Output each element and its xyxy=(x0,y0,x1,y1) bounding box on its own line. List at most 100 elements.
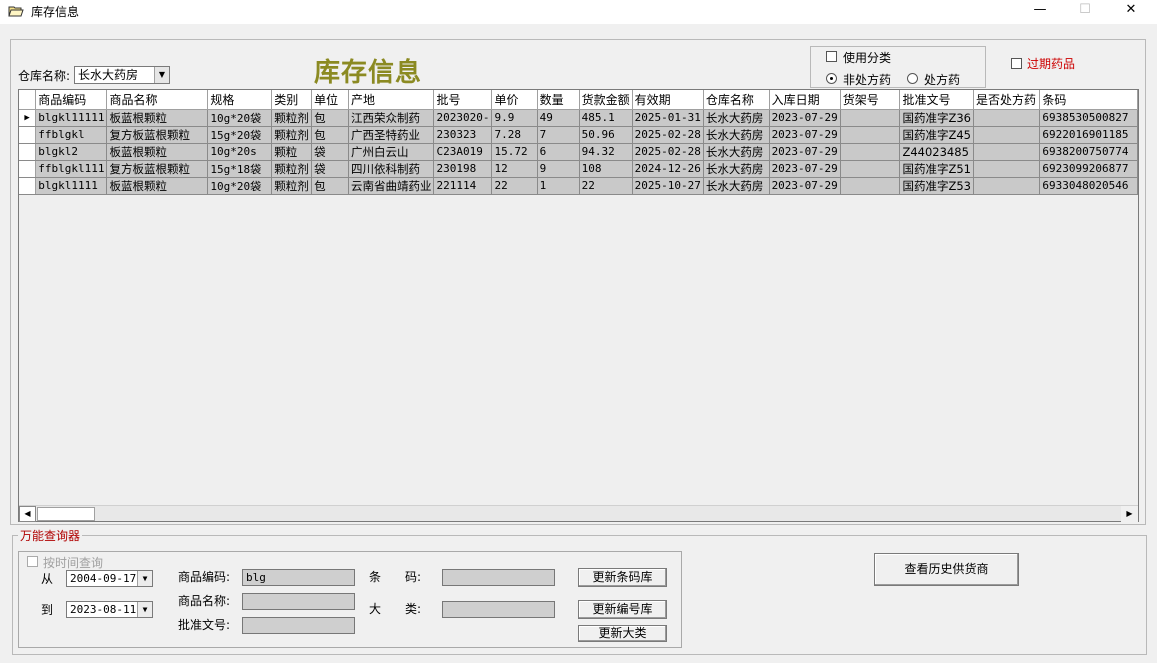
horizontal-scrollbar[interactable]: ◀ ▶ xyxy=(19,505,1138,522)
category-input[interactable] xyxy=(442,601,555,618)
table-row[interactable]: blgkl2 板蓝根颗粒 10g*20s 颗粒袋广州白云山 C23A019 15.72 6 9… xyxy=(19,143,1138,161)
table-cell[interactable]: 复方板蓝根颗粒 xyxy=(106,160,209,178)
table-cell[interactable]: 国药准字Z53 xyxy=(899,177,974,195)
table-cell[interactable]: 包 xyxy=(311,177,349,195)
column-header[interactable]: 货架号 xyxy=(840,90,901,110)
table-cell[interactable]: 2023020- xyxy=(433,109,493,127)
table-cell[interactable] xyxy=(840,177,901,195)
maximize-button[interactable]: ☐ xyxy=(1062,0,1108,22)
table-cell[interactable]: 板蓝根颗粒 xyxy=(106,143,209,161)
scroll-right-arrow-icon[interactable]: ▶ xyxy=(1121,506,1138,522)
table-cell[interactable] xyxy=(840,143,901,161)
table-cell[interactable]: C23A019 xyxy=(433,143,493,161)
table-cell[interactable]: ffblgkl111 xyxy=(35,160,108,178)
table-cell[interactable]: 6933048020546 xyxy=(1039,177,1138,195)
table-cell[interactable] xyxy=(973,126,1041,144)
table-cell[interactable]: 10g*20袋 xyxy=(207,177,273,195)
inventory-grid[interactable]: 商品编码 商品名称 规格 类别 单位 产地 批号 单价 数量 货款金额 有效期 … xyxy=(18,89,1139,522)
update-barcode-button[interactable]: 更新条码库 xyxy=(578,568,667,587)
name-input[interactable] xyxy=(242,593,355,610)
table-cell[interactable]: 2023-07-29 xyxy=(769,177,841,195)
table-cell[interactable]: 2023-07-29 xyxy=(769,109,841,127)
table-row[interactable]: ffblgkl111 复方板蓝根颗粒 15g*18袋 颗粒剂袋四川依科制药 230198… xyxy=(19,160,1138,178)
scroll-left-arrow-icon[interactable]: ◀ xyxy=(19,506,36,522)
table-cell[interactable]: 长水大药房 xyxy=(703,177,770,195)
close-button[interactable]: ✕ xyxy=(1108,0,1154,22)
table-cell[interactable]: 广州白云山 xyxy=(348,143,435,161)
column-header[interactable]: 单价 xyxy=(491,90,538,110)
minimize-button[interactable]: — xyxy=(1017,0,1063,22)
table-cell[interactable] xyxy=(840,109,901,127)
table-cell[interactable]: 22 xyxy=(579,177,633,195)
warehouse-select[interactable]: 长水大药房 ▼ xyxy=(74,66,170,84)
table-cell[interactable]: 6922016901185 xyxy=(1039,126,1138,144)
non-prescription-radio[interactable] xyxy=(826,73,837,84)
column-header[interactable]: 仓库名称 xyxy=(703,90,770,110)
row-indicator[interactable] xyxy=(19,126,37,144)
column-header[interactable]: 商品编码 xyxy=(35,90,108,110)
table-cell[interactable]: 230198 xyxy=(433,160,493,178)
table-cell[interactable]: 230323 xyxy=(433,126,493,144)
table-cell[interactable]: 15.72 xyxy=(491,143,538,161)
column-header[interactable]: 入库日期 xyxy=(769,90,841,110)
table-cell[interactable]: blgkl1111 xyxy=(35,177,108,195)
table-cell[interactable]: 10g*20袋 xyxy=(207,109,273,127)
table-cell[interactable] xyxy=(973,160,1041,178)
table-cell[interactable]: 6 xyxy=(537,143,580,161)
table-cell[interactable]: 云南省曲靖药业 xyxy=(348,177,435,195)
table-cell[interactable]: 221114 xyxy=(433,177,493,195)
table-cell[interactable]: 颗粒剂 xyxy=(271,177,313,195)
table-cell[interactable]: 94.32 xyxy=(579,143,633,161)
table-cell[interactable]: 袋 xyxy=(311,160,349,178)
update-code-button[interactable]: 更新编号库 xyxy=(578,600,667,619)
table-cell[interactable]: Z44023485 xyxy=(899,143,974,161)
table-cell[interactable]: 四川依科制药 xyxy=(348,160,435,178)
table-cell[interactable]: 长水大药房 xyxy=(703,143,770,161)
table-cell[interactable]: 颗粒剂 xyxy=(271,126,313,144)
table-cell[interactable]: 包 xyxy=(311,109,349,127)
table-cell[interactable]: 485.1 xyxy=(579,109,633,127)
table-cell[interactable]: 板蓝根颗粒 xyxy=(106,109,209,127)
column-header[interactable]: 数量 xyxy=(537,90,580,110)
table-cell[interactable]: 颗粒剂 xyxy=(271,160,313,178)
column-header[interactable]: 单位 xyxy=(311,90,349,110)
table-cell[interactable]: 9 xyxy=(537,160,580,178)
table-cell[interactable]: 复方板蓝根颗粒 xyxy=(106,126,209,144)
row-indicator[interactable] xyxy=(19,160,37,178)
table-cell[interactable]: 50.96 xyxy=(579,126,633,144)
table-cell[interactable]: 板蓝根颗粒 xyxy=(106,177,209,195)
barcode-input[interactable] xyxy=(442,569,555,586)
row-indicator[interactable] xyxy=(19,143,37,161)
table-cell[interactable]: 长水大药房 xyxy=(703,160,770,178)
table-cell[interactable]: 2023-07-29 xyxy=(769,143,841,161)
table-cell[interactable] xyxy=(973,109,1041,127)
table-cell[interactable] xyxy=(973,143,1041,161)
table-cell[interactable]: 12 xyxy=(491,160,538,178)
column-header[interactable]: 商品名称 xyxy=(106,90,209,110)
table-cell[interactable]: 2025-01-31 xyxy=(632,109,704,127)
table-cell[interactable]: 9.9 xyxy=(491,109,538,127)
table-cell[interactable]: 袋 xyxy=(311,143,349,161)
table-cell[interactable]: 颗粒 xyxy=(271,143,313,161)
table-cell[interactable]: 6923099206877 xyxy=(1039,160,1138,178)
table-cell[interactable] xyxy=(840,160,901,178)
column-header[interactable]: 规格 xyxy=(207,90,273,110)
to-date-picker[interactable]: 2023-08-11 ▼ xyxy=(66,601,153,618)
table-cell[interactable]: 国药准字Z45 xyxy=(899,126,974,144)
table-cell[interactable]: 颗粒剂 xyxy=(271,109,313,127)
column-header[interactable]: 类别 xyxy=(271,90,313,110)
table-cell[interactable]: 49 xyxy=(537,109,580,127)
column-header[interactable]: 有效期 xyxy=(632,90,704,110)
table-cell[interactable]: 国药准字Z36 xyxy=(899,109,974,127)
prescription-radio[interactable] xyxy=(907,73,918,84)
table-cell[interactable]: 江西荣众制药 xyxy=(348,109,435,127)
update-category-button[interactable]: 更新大类 xyxy=(578,625,667,642)
approval-input[interactable] xyxy=(242,617,355,634)
table-cell[interactable]: 2025-10-27 xyxy=(632,177,704,195)
table-cell[interactable]: 108 xyxy=(579,160,633,178)
table-row[interactable]: ffblgkl 复方板蓝根颗粒 15g*20袋 颗粒剂包广西圣特药业 230323 7.2… xyxy=(19,126,1138,144)
column-header[interactable]: 批号 xyxy=(433,90,493,110)
column-header[interactable]: 货款金额 xyxy=(579,90,633,110)
table-cell[interactable]: 6938530500827 xyxy=(1039,109,1138,127)
table-cell[interactable]: 10g*20s xyxy=(207,143,273,161)
